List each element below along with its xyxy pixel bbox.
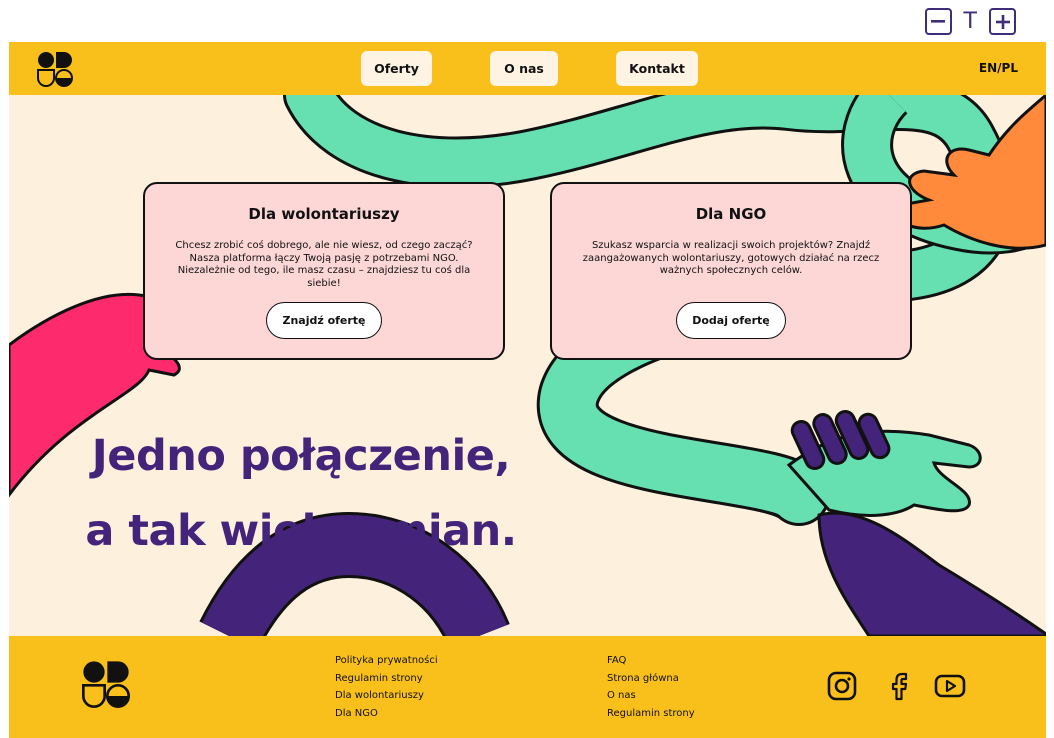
volunteer-card-body: Chcesz zrobić coś dobrego, ale nie wiesz… bbox=[175, 240, 473, 289]
footer-link[interactable]: Regulamin strony bbox=[607, 707, 695, 722]
decrease-font-button[interactable] bbox=[924, 8, 952, 35]
hero-headline: Jedno połączenie, a tak wiele zmian. bbox=[81, 419, 521, 569]
add-offer-button[interactable]: Dodaj ofertę bbox=[676, 302, 786, 339]
footer-links-col1: Polityka prywatności Regulamin strony Dl… bbox=[335, 654, 438, 721]
nav-oferty[interactable]: Oferty bbox=[361, 51, 432, 86]
facebook-icon[interactable] bbox=[883, 670, 915, 702]
language-switch[interactable]: EN/PL bbox=[979, 61, 1018, 75]
accessibility-bar: T bbox=[924, 8, 1016, 35]
footer-link[interactable]: O nas bbox=[607, 689, 695, 704]
footer-link[interactable]: Dla NGO bbox=[335, 707, 438, 722]
footer-link[interactable]: Dla wolontariuszy bbox=[335, 689, 438, 704]
ngo-card-title: Dla NGO bbox=[695, 205, 767, 223]
logo-icon bbox=[82, 661, 130, 708]
footer-logo[interactable] bbox=[82, 660, 130, 712]
youtube-icon[interactable] bbox=[934, 670, 966, 702]
footer-link[interactable]: Regulamin strony bbox=[335, 672, 438, 687]
plus-square-icon bbox=[995, 14, 1010, 29]
social-links bbox=[826, 670, 966, 702]
volunteer-card: Dla wolontariuszy Chcesz zrobić coś dobr… bbox=[143, 182, 505, 360]
ngo-card: Dla NGO Szukasz wsparcia w realizacji sw… bbox=[550, 182, 912, 360]
hero-headline-line2: a tak wiele zmian. bbox=[85, 506, 517, 556]
instagram-icon[interactable] bbox=[826, 670, 858, 702]
footer-link[interactable]: Strona główna bbox=[607, 672, 695, 687]
find-offer-button[interactable]: Znajdź ofertę bbox=[266, 302, 382, 339]
footer-links-col2: FAQ Strona główna O nas Regulamin strony bbox=[607, 654, 695, 721]
ngo-card-body: Szukasz wsparcia w realizacji swoich pro… bbox=[582, 240, 880, 276]
site-header: Oferty O nas Kontakt EN/PL bbox=[9, 42, 1046, 95]
volunteer-card-title: Dla wolontariuszy bbox=[248, 205, 400, 223]
minus-square-icon bbox=[931, 19, 946, 23]
main-nav: Oferty O nas Kontakt bbox=[9, 51, 1046, 86]
nav-o-nas[interactable]: O nas bbox=[490, 51, 558, 86]
nav-kontakt[interactable]: Kontakt bbox=[616, 51, 698, 86]
footer-link[interactable]: FAQ bbox=[607, 654, 695, 669]
font-size-label: T bbox=[963, 8, 977, 34]
hero-headline-line1: Jedno połączenie, bbox=[91, 431, 511, 481]
increase-font-button[interactable] bbox=[989, 8, 1016, 35]
hero-section: Dla wolontariuszy Chcesz zrobić coś dobr… bbox=[9, 95, 1046, 636]
site-footer: Polityka prywatności Regulamin strony Dl… bbox=[9, 636, 1046, 738]
footer-link[interactable]: Polityka prywatności bbox=[335, 654, 438, 669]
